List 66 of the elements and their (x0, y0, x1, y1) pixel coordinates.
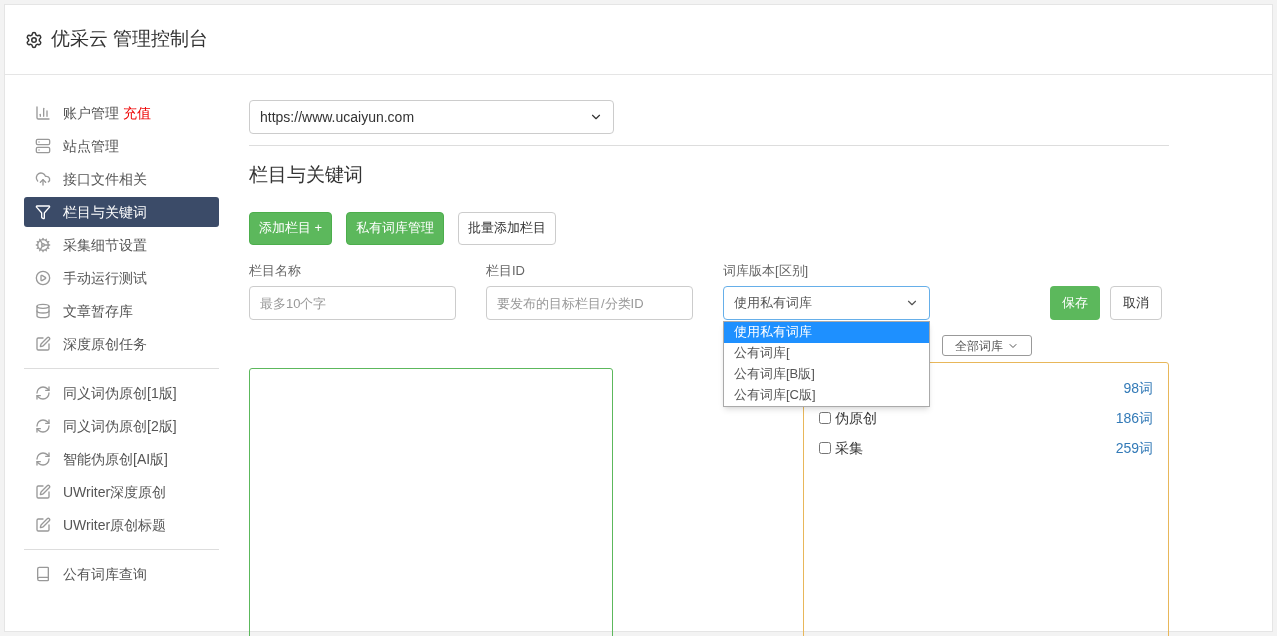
server-icon (35, 138, 51, 154)
sidebar-item[interactable]: 账户管理 充值 (24, 98, 219, 128)
refresh-icon (35, 385, 51, 401)
bar-chart-icon (35, 105, 51, 121)
word-count: 186词 (1115, 408, 1153, 428)
checkbox[interactable] (819, 412, 832, 424)
library-name: 伪原创 (835, 408, 878, 428)
sidebar-label: 账户管理 (63, 103, 119, 123)
sidebar-item[interactable]: 采集细节设置 (24, 230, 219, 260)
database-icon (35, 303, 51, 319)
sidebar-label: 站点管理 (63, 136, 119, 156)
sidebar-item[interactable]: 文章暂存库 (24, 296, 219, 326)
sidebar-item[interactable]: 同义词伪原创[2版] (24, 411, 219, 441)
sidebar-label: 公有词库查询 (63, 564, 147, 584)
sidebar-item[interactable]: 站点管理 (24, 131, 219, 161)
cloud-upload-icon (35, 171, 51, 187)
edit-icon (35, 484, 51, 500)
sidebar-label: UWriter原创标题 (63, 515, 167, 535)
library-select[interactable]: 使用私有词库 (723, 286, 930, 320)
sidebar-item[interactable]: 接口文件相关 (24, 164, 219, 194)
sidebar-item[interactable]: UWriter原创标题 (24, 510, 219, 540)
dropdown-option[interactable]: 公有词库[C版] (724, 384, 929, 406)
checkbox[interactable] (819, 442, 832, 454)
sidebar-label: 手动运行测试 (63, 268, 147, 288)
word-count: 98词 (1123, 378, 1153, 398)
edit-icon (35, 517, 51, 533)
section-title: 栏目与关键词 (249, 163, 364, 187)
sidebar-label: UWriter深度原创 (63, 482, 167, 502)
sidebar-item[interactable]: 手动运行测试 (24, 263, 219, 293)
sidebar-item[interactable]: 深度原创任务 (24, 329, 219, 359)
dropdown-option[interactable]: 公有词库[ (724, 342, 929, 364)
play-icon (35, 270, 51, 286)
text-field[interactable]: 要发布的目标栏目/分类ID (486, 286, 693, 320)
sidebar-label: 深度原创任务 (63, 334, 147, 354)
cancel-button[interactable]: 取消 (1110, 286, 1162, 320)
library-name: 采集 (835, 438, 864, 458)
sidebar-label: 同义词伪原创[2版] (63, 416, 177, 436)
sidebar-label: 栏目与关键词 (63, 202, 147, 222)
sidebar-item[interactable]: 智能伪原创[AI版] (24, 444, 219, 474)
filter-select[interactable]: 全部词库 (942, 335, 1032, 356)
text-field[interactable]: 最多10个字 (249, 286, 456, 320)
filter-icon (35, 204, 51, 220)
refresh-icon (35, 418, 51, 434)
sidebar-item[interactable]: 公有词库查询 (24, 559, 219, 589)
sidebar-label: 采集细节设置 (63, 235, 147, 255)
recharge-link[interactable]: 充值 (123, 102, 151, 124)
sidebar-item[interactable]: 同义词伪原创[1版] (24, 378, 219, 408)
refresh-icon (35, 451, 51, 467)
field-label: 栏目名称 (249, 261, 302, 280)
toolbar-button[interactable]: 批量添加栏目 (458, 211, 557, 245)
sidebar-item[interactable]: 栏目与关键词 (24, 197, 219, 227)
settings-icon (25, 30, 43, 49)
site-select[interactable]: https://www.ucaiyun.com (249, 100, 614, 134)
sidebar-label: 智能伪原创[AI版] (63, 449, 168, 469)
app-title: 优采云 管理控制台 (51, 27, 209, 52)
gears-icon (35, 237, 51, 253)
sidebar-label: 同义词伪原创[1版] (63, 383, 177, 403)
book-icon (35, 566, 51, 582)
sidebar-item[interactable]: UWriter深度原创 (24, 477, 219, 507)
word-count: 259词 (1115, 438, 1153, 458)
field-label: 词库版本[区别] (723, 261, 810, 280)
field-label: 栏目ID (486, 261, 526, 280)
edit-icon (35, 336, 51, 352)
sidebar-label: 文章暂存库 (63, 301, 133, 321)
sidebar-label: 接口文件相关 (63, 169, 147, 189)
dropdown-option[interactable]: 公有词库[B版] (724, 363, 929, 385)
